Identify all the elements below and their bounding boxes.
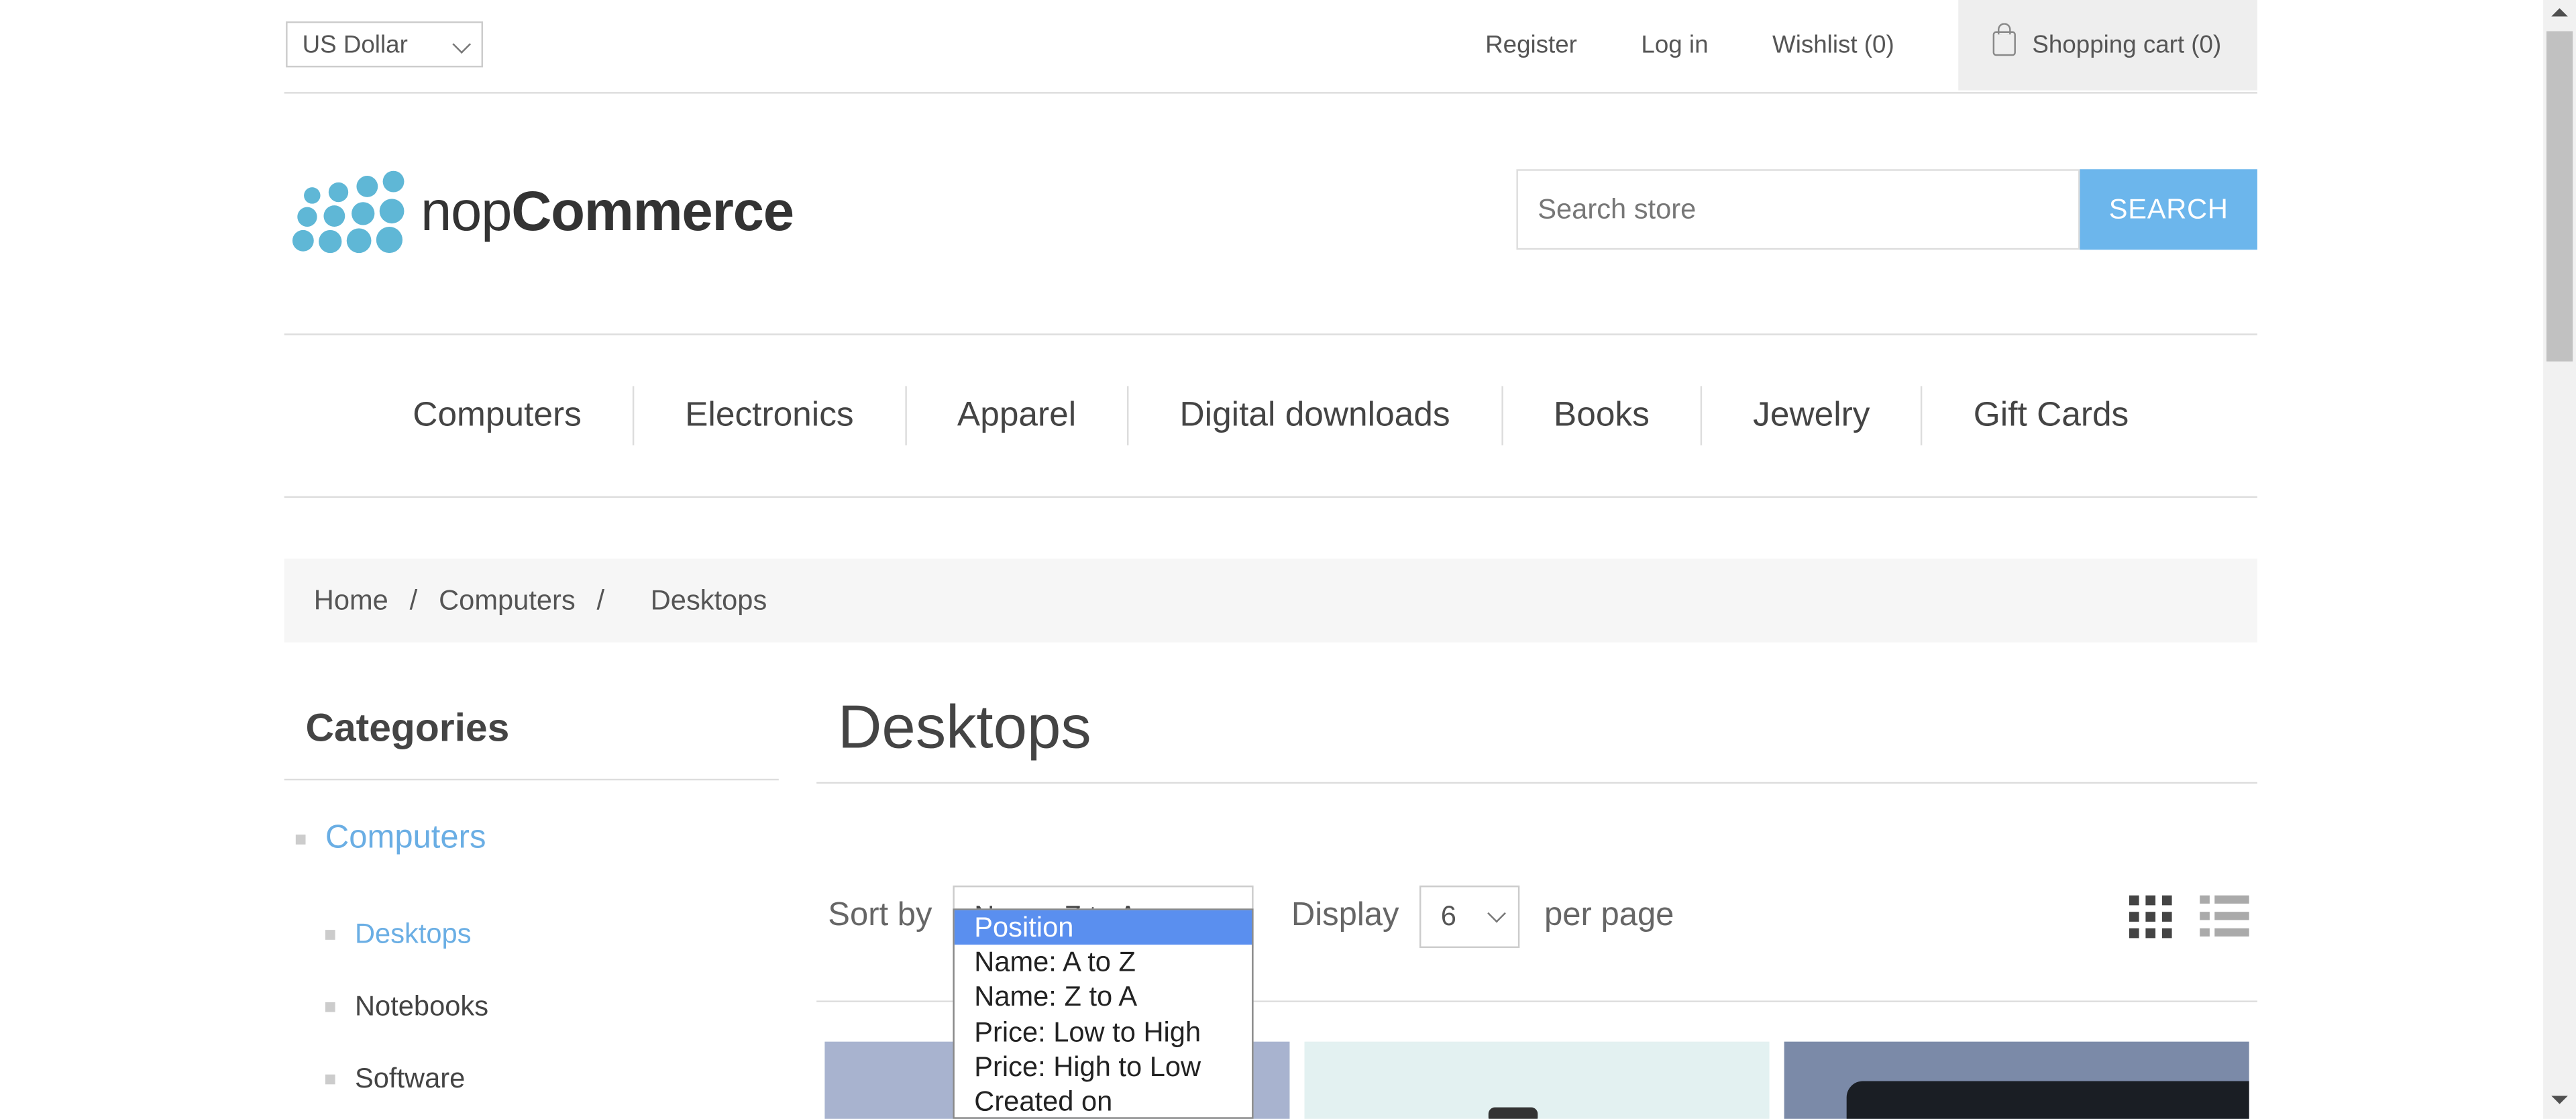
sidebar-divider [284,778,779,781]
sidebar-item-notebooks[interactable]: Notebooks [325,991,488,1024]
page-title: Desktops [837,693,1091,761]
sidebar-item-label: Computers [325,820,486,856]
display-label: Display [1291,897,1399,934]
login-link[interactable]: Log in [1641,32,1708,60]
breadcrumb-separator: / [409,584,418,616]
currency-select[interactable]: US Dollar [286,21,484,68]
page-size-value: 6 [1440,900,1456,932]
shopping-cart-label: Shopping cart (0) [2032,31,2222,60]
sort-by-label: Sort by [828,897,932,934]
scroll-down-arrow-icon[interactable] [2551,1096,2568,1104]
register-link[interactable]: Register [1485,32,1577,60]
product-image-3[interactable] [1784,1041,2249,1119]
vertical-scrollbar[interactable] [2543,0,2576,1119]
shopping-cart-link[interactable]: Shopping cart (0) [1958,0,2257,91]
logo-dots-icon [289,168,407,256]
sidebar-item-software[interactable]: Software [325,1063,465,1096]
sidebar-item-computers[interactable]: Computers [295,820,486,857]
menu-item-apparel[interactable]: Apparel [906,396,1127,435]
breadcrumb-computers[interactable]: Computers [439,584,576,617]
sidebar-item-label: Desktops [354,918,472,950]
breadcrumb: Home / Computers / Desktops [284,558,2257,643]
per-page-label: per page [1544,897,1674,934]
product-image-detail [1846,1081,2249,1119]
bullet-icon [295,833,306,844]
chevron-down-icon [1487,904,1506,923]
search-box: Search store SEARCH [1516,169,2257,250]
bullet-icon [325,1002,335,1012]
sidebar-item-label: Software [354,1063,466,1095]
sort-option-position[interactable]: Position [954,910,1252,945]
menu-item-books[interactable]: Books [1503,396,1701,435]
menu-item-jewelry[interactable]: Jewelry [1702,396,1921,435]
bullet-icon [325,930,335,940]
menu-item-gift-cards[interactable]: Gift Cards [1923,396,2180,435]
grid-view-icon[interactable] [2129,895,2172,939]
logo-wordmark: nopCommerce [421,180,794,244]
header-links: Register Log in Wishlist (0) Shopping ca… [1485,0,2257,91]
sort-option-price-asc[interactable]: Price: Low to High [955,1014,1252,1049]
sort-option-created-on[interactable]: Created on [955,1084,1252,1119]
menu-item-computers[interactable]: Computers [362,396,632,435]
search-button[interactable]: SEARCH [2080,169,2257,250]
page-size-select[interactable]: 6 [1419,886,1520,949]
currency-value: US Dollar [302,31,408,60]
list-view-icon[interactable] [2200,895,2249,939]
sort-dropdown-list: Position Name: A to Z Name: Z to A Price… [953,908,1254,1119]
page: US Dollar Register Log in Wishlist (0) S… [0,0,2576,1119]
logo-text-bold: Commerce [511,180,794,243]
breadcrumb-separator: / [596,584,605,616]
product-image-detail [1488,1107,1538,1119]
menu-item-electronics[interactable]: Electronics [634,396,904,435]
breadcrumb-current: Desktops [650,584,767,616]
shopping-bag-icon [1992,23,2016,56]
menu-item-digital-downloads[interactable]: Digital downloads [1129,396,1501,435]
wishlist-link[interactable]: Wishlist (0) [1772,32,1894,60]
sort-option-name-asc[interactable]: Name: A to Z [955,945,1252,980]
sort-option-name-desc[interactable]: Name: Z to A [955,980,1252,1015]
product-image-2[interactable] [1304,1041,1770,1119]
sidebar-item-label: Notebooks [354,990,489,1022]
breadcrumb-home[interactable]: Home [314,584,388,617]
sidebar-title: Categories [305,706,510,751]
top-menu: Computers Electronics Apparel Digital do… [284,333,2257,498]
search-input[interactable]: Search store [1516,169,2080,250]
bullet-icon [325,1074,335,1085]
sort-option-price-desc[interactable]: Price: High to Low [955,1049,1252,1084]
sidebar-item-desktops[interactable]: Desktops [325,918,472,951]
title-divider [816,782,2257,784]
header-top-bar: US Dollar Register Log in Wishlist (0) S… [284,0,2257,94]
store-logo[interactable]: nopCommerce [289,168,794,256]
scroll-up-arrow-icon[interactable] [2551,8,2568,17]
logo-text-light: nop [420,180,512,243]
scrollbar-thumb[interactable] [2546,31,2573,362]
chevron-down-icon [452,35,472,54]
